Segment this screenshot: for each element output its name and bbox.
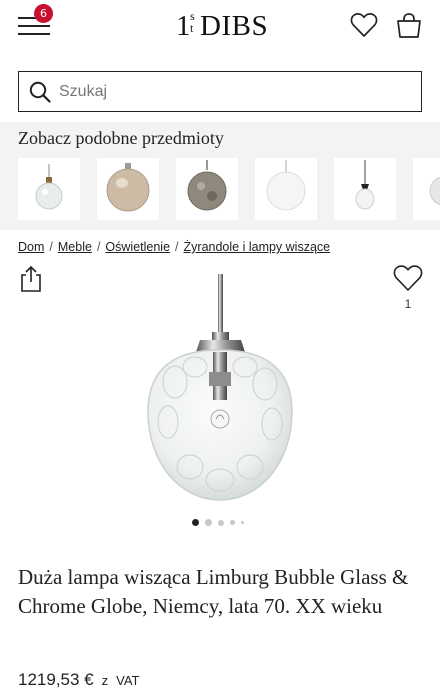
vat-prefix: z bbox=[101, 673, 109, 688]
favorites-button[interactable] bbox=[350, 12, 378, 38]
search-input[interactable] bbox=[59, 78, 409, 105]
carousel-dot-active[interactable] bbox=[192, 519, 199, 526]
breadcrumb-link-furniture[interactable]: Meble bbox=[58, 240, 92, 254]
carousel-dot[interactable] bbox=[205, 519, 212, 526]
similar-item-thumbnail[interactable] bbox=[176, 158, 238, 220]
carousel-dot[interactable] bbox=[218, 519, 224, 526]
heart-icon bbox=[393, 265, 423, 291]
favorite-item-button[interactable] bbox=[393, 264, 423, 292]
pendant-lamp-image bbox=[106, 163, 150, 212]
breadcrumb-link-home[interactable]: Dom bbox=[18, 240, 44, 254]
carousel-dot[interactable] bbox=[230, 520, 235, 525]
pendant-lamp-image bbox=[355, 160, 375, 210]
product-price: 1219,53 € bbox=[18, 670, 94, 689]
breadcrumb-separator: / bbox=[175, 240, 179, 254]
image-carousel-indicators[interactable] bbox=[192, 519, 252, 527]
similar-item-thumbnail[interactable] bbox=[97, 158, 159, 220]
share-icon bbox=[21, 265, 41, 292]
hamburger-line bbox=[18, 25, 50, 27]
logo-t: t bbox=[190, 21, 194, 35]
similar-items-carousel[interactable] bbox=[18, 158, 440, 220]
similar-item-thumbnail[interactable] bbox=[18, 158, 80, 220]
breadcrumb-link-chandeliers[interactable]: Żyrandole i lampy wiszące bbox=[184, 240, 331, 254]
pendant-lamp-image bbox=[429, 177, 440, 205]
bubble-glass-pendant-lamp-image bbox=[147, 274, 293, 501]
breadcrumb-separator: / bbox=[49, 240, 53, 254]
search-bar[interactable] bbox=[18, 71, 422, 112]
top-header: 6 1 s t DIBS bbox=[0, 0, 440, 56]
breadcrumb-separator: / bbox=[96, 240, 101, 254]
carousel-dot[interactable] bbox=[241, 521, 244, 524]
pendant-lamp-image bbox=[35, 164, 63, 210]
logo-st: s t bbox=[190, 10, 195, 34]
product-title: Duża lampa wisząca Limburg Bubble Glass … bbox=[18, 565, 409, 618]
hamburger-line bbox=[18, 33, 50, 35]
cart-button[interactable] bbox=[395, 12, 423, 40]
product-image[interactable] bbox=[120, 272, 320, 510]
similar-item-thumbnail[interactable] bbox=[334, 158, 396, 220]
site-logo[interactable]: 1 s t DIBS bbox=[172, 8, 272, 44]
pendant-lamp-image bbox=[266, 160, 306, 211]
similar-item-thumbnail[interactable] bbox=[413, 158, 440, 220]
vat-label: VAT bbox=[116, 673, 140, 688]
similar-items-section: Zobacz podobne przedmioty bbox=[0, 122, 440, 230]
price-row: 1219,53 € z VAT bbox=[18, 670, 140, 690]
breadcrumb: Dom / Meble / Oświetlenie / Żyrandole i lampy … bbox=[18, 240, 330, 254]
similar-items-title: Zobacz podobne przedmioty bbox=[18, 128, 224, 148]
share-button[interactable] bbox=[18, 265, 44, 293]
similar-item-thumbnail[interactable] bbox=[255, 158, 317, 220]
favorite-count: 1 bbox=[404, 297, 412, 311]
logo-dibs: DIBS bbox=[200, 10, 269, 42]
shopping-bag-icon bbox=[397, 13, 421, 38]
breadcrumb-link-lighting[interactable]: Oświetlenie bbox=[105, 240, 170, 254]
search-icon bbox=[29, 81, 51, 103]
notification-badge: 6 bbox=[34, 4, 53, 23]
pendant-lamp-image bbox=[187, 160, 227, 211]
logo-one: 1 bbox=[176, 10, 191, 42]
heart-icon bbox=[350, 13, 378, 37]
